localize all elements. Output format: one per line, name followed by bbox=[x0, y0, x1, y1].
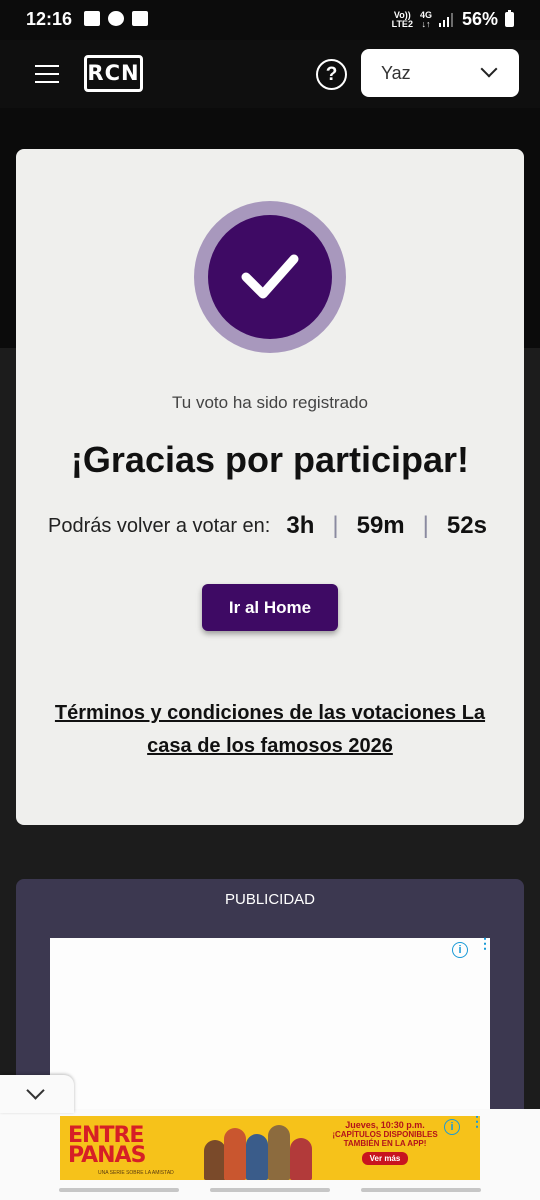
countdown-label: Podrás volver a votar en: bbox=[48, 514, 271, 537]
ad-promo-line2: TAMBIÉN EN LA APP! bbox=[343, 1139, 427, 1148]
countdown-separator: | bbox=[422, 512, 429, 539]
notification-icons bbox=[84, 11, 148, 26]
success-badge bbox=[194, 201, 346, 353]
vote-countdown: Podrás volver a votar en: 3h | 59m | 52s bbox=[48, 511, 487, 541]
terms-link[interactable]: Términos y condiciones de las votaciones… bbox=[36, 697, 504, 763]
status-time: 12:16 bbox=[26, 9, 73, 29]
nav-home-handle[interactable] bbox=[210, 1188, 330, 1192]
user-selector[interactable]: Yaz bbox=[361, 49, 519, 97]
battery-icon bbox=[505, 10, 514, 27]
menu-icon[interactable] bbox=[35, 65, 59, 83]
ad-see-more-button[interactable]: Ver más bbox=[361, 1152, 409, 1165]
ad-tagline: UNA SERIE SOBRE LA AMISTAD bbox=[98, 1170, 174, 1176]
system-nav-bar bbox=[0, 1186, 540, 1194]
ad-promo-line1: ¡CAPÍTULOS DISPONIBLES bbox=[332, 1130, 438, 1139]
ad-schedule: Jueves, 10:30 p.m. ¡CAPÍTULOS DISPONIBLE… bbox=[322, 1120, 448, 1166]
advertising-label: PUBLICIDAD bbox=[224, 891, 316, 908]
check-circle bbox=[208, 215, 332, 339]
vote-registered-text: Tu voto ha sido registrado bbox=[172, 393, 368, 412]
data-arrows-icon: ↓↑ bbox=[421, 18, 431, 29]
countdown-seconds: 52s bbox=[446, 512, 487, 539]
go-home-button[interactable]: Ir al Home bbox=[202, 584, 338, 631]
help-icon[interactable]: ? bbox=[316, 59, 347, 90]
ad-menu-icon[interactable]: ⋮ bbox=[470, 1116, 480, 1136]
chevron-down-icon bbox=[26, 1081, 45, 1100]
countdown-separator: | bbox=[332, 512, 339, 539]
chat-icon bbox=[108, 11, 124, 26]
countdown-hours: 3h bbox=[286, 512, 315, 539]
ad-info-icon[interactable]: i bbox=[444, 1119, 460, 1135]
lte-label: LTE2 bbox=[391, 18, 413, 29]
ad-brand-title: ENTRE PANAS bbox=[68, 1123, 146, 1168]
checkmark-icon bbox=[241, 254, 299, 299]
signal-icon bbox=[438, 12, 455, 27]
vote-confirmation-card: Tu voto ha sido registrado ¡Gracias por … bbox=[16, 149, 524, 825]
ad-info-icon[interactable]: i bbox=[452, 942, 468, 958]
voicemail-icon bbox=[132, 11, 148, 26]
chevron-down-icon bbox=[480, 60, 498, 78]
app-header: RCN ? Yaz bbox=[0, 40, 540, 108]
ad-menu-icon[interactable]: ⋮ bbox=[478, 936, 492, 958]
user-selector-value: Yaz bbox=[381, 63, 411, 83]
logo-text: RCN bbox=[87, 61, 140, 85]
ad-cast-image bbox=[200, 1120, 320, 1180]
gallery-icon bbox=[84, 11, 100, 26]
collapse-ad-button[interactable] bbox=[0, 1075, 74, 1113]
network-type-indicator: 4G ↓↑ bbox=[420, 10, 432, 29]
volte-indicator: Vo)) LTE2 bbox=[391, 10, 413, 29]
system-icons: Vo)) LTE2 4G ↓↑ 56% bbox=[392, 9, 514, 30]
channel-logo[interactable]: RCN bbox=[84, 55, 143, 92]
nav-recents-handle[interactable] bbox=[59, 1188, 179, 1192]
battery-level: 56% bbox=[461, 9, 498, 29]
ad-schedule-time: Jueves, 10:30 p.m. bbox=[345, 1120, 425, 1130]
bottom-ad-banner[interactable]: ENTRE PANAS UNA SERIE SOBRE LA AMISTAD J… bbox=[60, 1116, 480, 1180]
thanks-heading: ¡Gracias por participar! bbox=[70, 439, 470, 480]
countdown-minutes: 59m bbox=[356, 512, 405, 539]
status-bar: 12:16 Vo)) LTE2 4G ↓↑ 56% bbox=[0, 0, 540, 40]
nav-back-handle[interactable] bbox=[361, 1188, 481, 1192]
